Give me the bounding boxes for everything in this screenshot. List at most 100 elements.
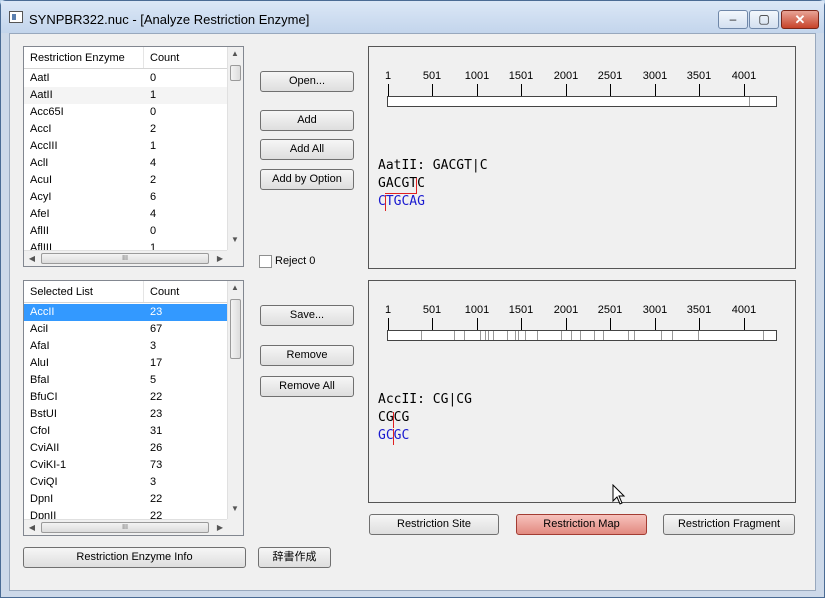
list-row[interactable]: AcyI 6 (24, 189, 229, 206)
create-dictionary-button[interactable]: 辞書作成 (258, 547, 331, 568)
cut-site-mark[interactable] (594, 331, 595, 340)
ruler-tick-label: 1 (384, 304, 392, 316)
scroll-thumb[interactable]: III (41, 253, 209, 264)
add-all-button[interactable]: Add All (260, 139, 354, 160)
list-row[interactable]: AccII 23 (24, 304, 229, 321)
add-button[interactable]: Add (260, 110, 354, 131)
list-row[interactable]: BfaI 5 (24, 372, 229, 389)
list-row[interactable]: AflII 0 (24, 223, 229, 240)
ruler-tick (477, 318, 478, 330)
ruler-tick-label: 2001 (553, 304, 579, 316)
list-row[interactable]: CfoI 31 (24, 423, 229, 440)
cut-site-mark[interactable] (749, 97, 750, 106)
cut-site-mark[interactable] (661, 331, 662, 340)
remove-all-button[interactable]: Remove All (260, 376, 354, 397)
ruler-tick (610, 84, 611, 96)
add-by-option-button[interactable]: Add by Option (260, 169, 354, 190)
list-row[interactable]: AfeI 4 (24, 206, 229, 223)
list-row[interactable]: AatII 1 (24, 87, 229, 104)
restriction-fragment-button[interactable]: Restriction Fragment (663, 514, 795, 535)
open-button[interactable]: Open... (260, 71, 354, 92)
scroll-up-icon[interactable]: ▲ (228, 49, 242, 58)
cut-site-mark[interactable] (698, 331, 699, 340)
scroll-thumb[interactable] (230, 65, 241, 81)
scroll-left-icon[interactable]: ◀ (25, 254, 39, 263)
list-row[interactable]: AccI 2 (24, 121, 229, 138)
enzyme-count: 22 (150, 493, 163, 505)
enzyme-info-button[interactable]: Restriction Enzyme Info (23, 547, 246, 568)
remove-button[interactable]: Remove (260, 345, 354, 366)
cut-site-mark[interactable] (561, 331, 562, 340)
minimize-button[interactable]: – (718, 10, 748, 29)
list-row[interactable]: AciI 67 (24, 321, 229, 338)
scroll-left-icon[interactable]: ◀ (25, 523, 39, 532)
cut-site-mark[interactable] (525, 331, 526, 340)
list-row[interactable]: AluI 17 (24, 355, 229, 372)
scroll-right-icon[interactable]: ▶ (213, 254, 227, 263)
enzyme-name: AccII (30, 306, 55, 318)
enzyme-name: AccI (30, 123, 52, 135)
save-button[interactable]: Save... (260, 305, 354, 326)
cut-site-mark[interactable] (488, 331, 489, 340)
list-row[interactable]: AfaI 3 (24, 338, 229, 355)
ruler-tick (699, 318, 700, 330)
cut-site-mark[interactable] (603, 331, 604, 340)
cut-site-mark[interactable] (515, 331, 516, 340)
scroll-down-icon[interactable]: ▼ (228, 504, 242, 513)
restriction-site-button[interactable]: Restriction Site (369, 514, 499, 535)
cut-site-mark[interactable] (507, 331, 508, 340)
enzyme-count: 4 (150, 157, 157, 169)
selected-list-horizontal-scrollbar[interactable]: ◀ III ▶ (24, 519, 229, 535)
cut-site-mark[interactable] (454, 331, 455, 340)
cut-site-mark[interactable] (537, 331, 538, 340)
cut-site-mark[interactable] (421, 331, 422, 340)
list-row[interactable]: CviQI 3 (24, 474, 229, 491)
cut-site-mark[interactable] (493, 331, 494, 340)
sequence-ruler (387, 96, 777, 107)
list-row[interactable]: AclI 4 (24, 155, 229, 172)
cut-site-mark[interactable] (580, 331, 581, 340)
list-row[interactable]: AcuI 2 (24, 172, 229, 189)
cut-site-mark[interactable] (518, 331, 519, 340)
list-row[interactable]: BfuCI 22 (24, 389, 229, 406)
cut-site-mark[interactable] (464, 331, 465, 340)
enzyme-name: AfaI (30, 340, 50, 352)
scroll-right-icon[interactable]: ▶ (213, 523, 227, 532)
site-label: AatII: GACGT|C (378, 158, 488, 173)
cut-site-mark[interactable] (485, 331, 486, 340)
list-row[interactable]: DpnI 22 (24, 491, 229, 508)
scroll-thumb[interactable] (230, 299, 241, 359)
list-row[interactable]: CviKI-1 73 (24, 457, 229, 474)
enzyme-list-vertical-scrollbar[interactable]: ▲ ▼ (227, 47, 243, 251)
ruler-tick-label: 1501 (508, 70, 534, 82)
restriction-map-button[interactable]: Restriction Map (516, 514, 647, 535)
cut-site-mark[interactable] (628, 331, 629, 340)
reject-zero-label[interactable]: Reject 0 (275, 255, 315, 267)
list-row[interactable]: AatI 0 (24, 70, 229, 87)
cut-site-mark[interactable] (480, 331, 481, 340)
reject-zero-checkbox[interactable] (259, 255, 272, 268)
cut-site-mark[interactable] (571, 331, 572, 340)
restriction-enzyme-list[interactable]: Restriction Enzyme Count AatI 0 AatII 1 Acc6… (23, 46, 244, 267)
list-row[interactable]: BstUI 23 (24, 406, 229, 423)
scroll-thumb[interactable]: III (41, 522, 209, 533)
cut-marker-bottom (385, 195, 386, 211)
enzyme-count: 26 (150, 442, 163, 454)
title-bar[interactable]: SYNPBR322.nuc - [Analyze Restriction Enz… (1, 1, 824, 33)
cut-site-mark[interactable] (672, 331, 673, 340)
ruler-tick-label: 3001 (642, 304, 668, 316)
list-row[interactable]: CviAII 26 (24, 440, 229, 457)
scroll-down-icon[interactable]: ▼ (228, 235, 242, 244)
list-row[interactable]: AccIII 1 (24, 138, 229, 155)
cut-site-mark[interactable] (634, 331, 635, 340)
cut-site-mark[interactable] (763, 331, 764, 340)
list-row[interactable]: Acc65I 0 (24, 104, 229, 121)
selected-enzyme-list[interactable]: Selected List Count AccII 23 AciI 67 AfaI 3 Al… (23, 280, 244, 536)
enzyme-count: 0 (150, 106, 157, 118)
enzyme-list-horizontal-scrollbar[interactable]: ◀ III ▶ (24, 250, 229, 266)
selected-list-vertical-scrollbar[interactable]: ▲ ▼ (227, 281, 243, 520)
scroll-up-icon[interactable]: ▲ (228, 283, 242, 292)
maximize-button[interactable]: ▢ (749, 10, 779, 29)
close-button[interactable]: ✕ (781, 10, 819, 29)
ruler-tick-label: 4001 (731, 304, 757, 316)
